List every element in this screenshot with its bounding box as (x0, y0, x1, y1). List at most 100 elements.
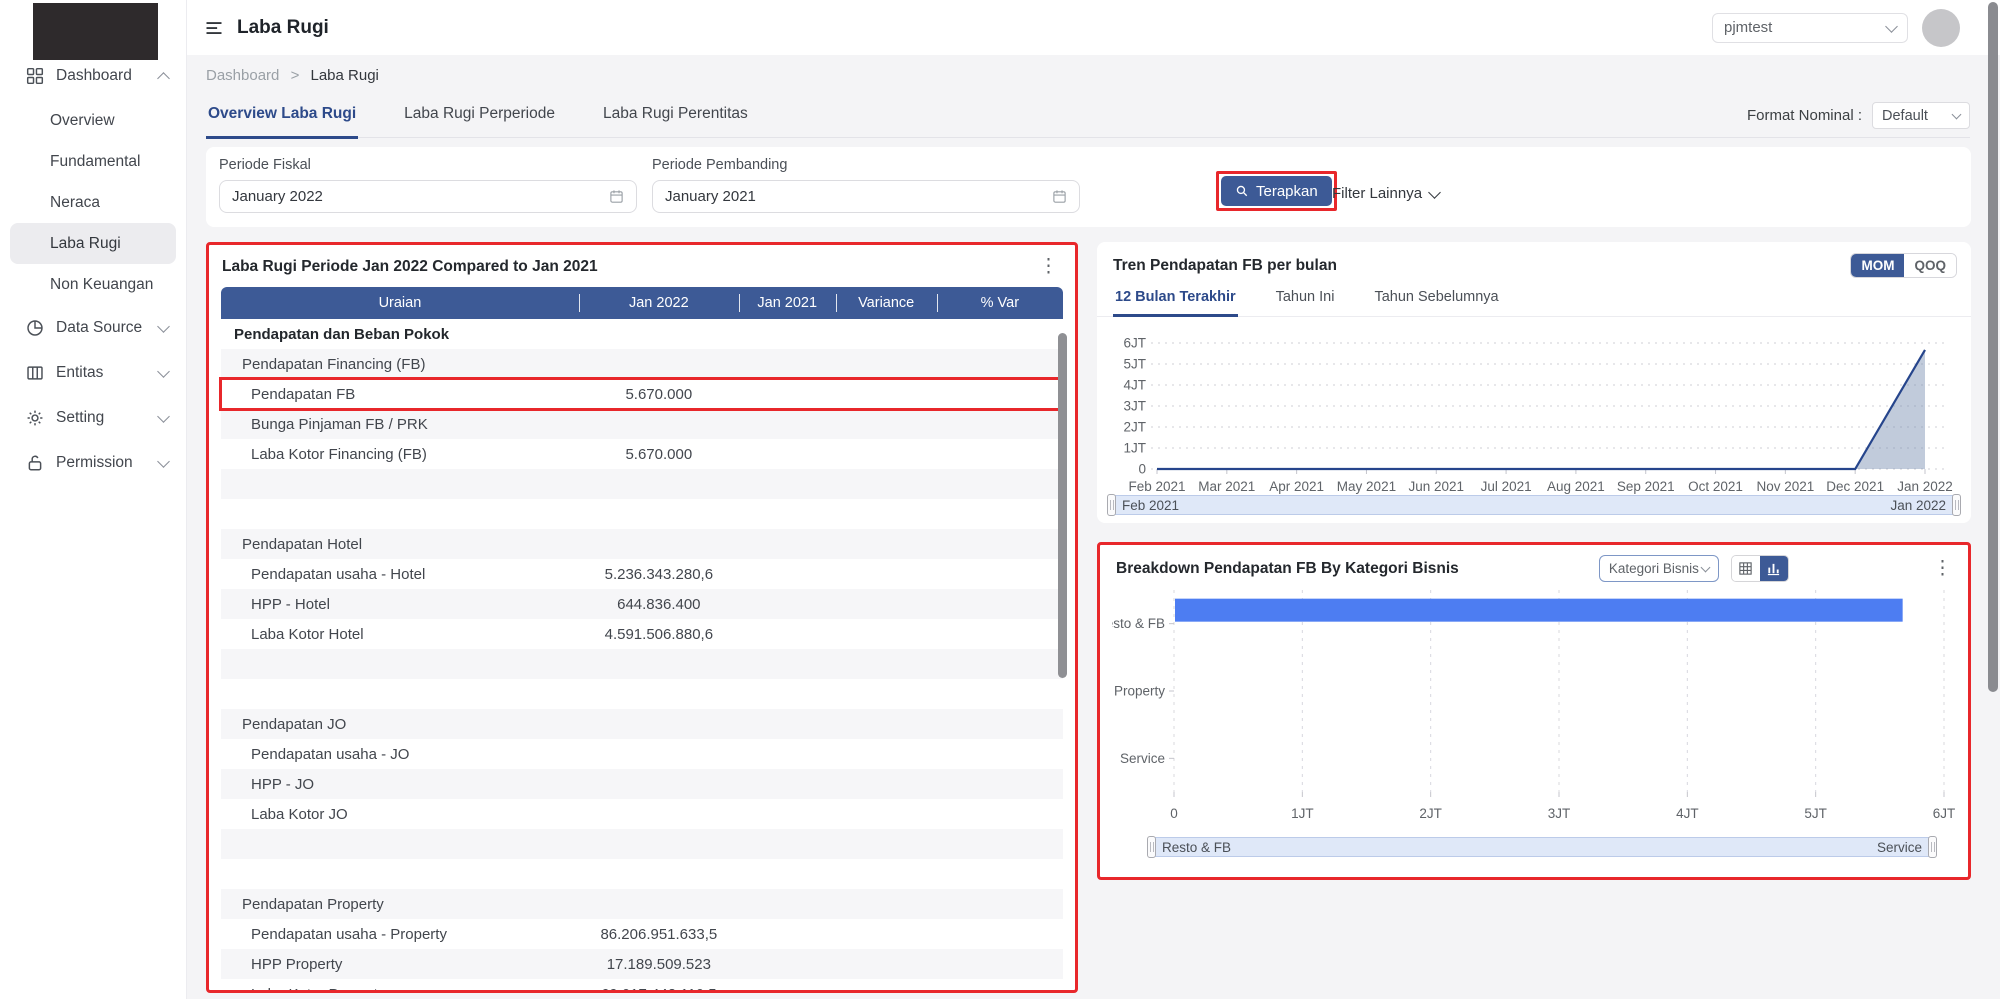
cell-jan-2022: 69.017.442.110,5 (579, 979, 739, 993)
sidebar-item-permission[interactable]: Permission (0, 440, 186, 485)
table-row: Laba Kotor JO (221, 799, 1063, 829)
table-row: Laba Kotor Property69.017.442.110,5 (221, 979, 1063, 993)
kategori-bisnis-select[interactable]: Kategori Bisnis (1599, 555, 1719, 582)
pl-table-card: Laba Rugi Periode Jan 2022 Compared to J… (206, 242, 1078, 993)
column-header-uraian: Uraian (221, 287, 579, 319)
cell-variance (836, 919, 937, 949)
chevron-down-icon (1885, 20, 1898, 33)
cell-uraian: Pendapatan Property (221, 889, 579, 919)
table-scrollbar-thumb[interactable] (1058, 333, 1067, 678)
pl-card-title: Laba Rugi Periode Jan 2022 Compared to J… (222, 258, 598, 276)
cell-jan-2022 (579, 889, 739, 919)
apply-button-label: Terapkan (1256, 183, 1318, 200)
periode-pembanding-label: Periode Pembanding (652, 157, 1080, 173)
cell-uraian: HPP - JO (221, 769, 579, 799)
sidebar-item-laba-rugi[interactable]: Laba Rugi (10, 223, 176, 264)
cell-jan-2022 (579, 799, 739, 829)
trend-card: Tren Pendapatan FB per bulan MOM QOQ 12 … (1097, 242, 1971, 523)
tab-tahun-ini[interactable]: Tahun Ini (1274, 284, 1337, 317)
cell-variance (836, 529, 937, 559)
mom-qoq-toggle: MOM QOQ (1850, 253, 1957, 278)
column-header-variance: Variance (836, 287, 937, 319)
sidebar-item-dashboard[interactable]: Dashboard (0, 58, 186, 94)
toggle-mom[interactable]: MOM (1851, 254, 1904, 277)
svg-text:3JT: 3JT (1123, 399, 1146, 414)
sidebar-item-entitas[interactable]: Entitas (0, 350, 186, 395)
more-options-icon[interactable]: ⋮ (1929, 562, 1956, 576)
slider-handle-right[interactable] (1952, 494, 1961, 516)
slider-handle-left[interactable] (1147, 836, 1156, 858)
breadcrumb-separator: > (291, 67, 300, 84)
cell-jan-2021 (739, 589, 836, 619)
slider-handle-right[interactable] (1928, 836, 1937, 858)
bar-chart-icon (1766, 561, 1781, 576)
table-view-button[interactable] (1732, 556, 1760, 581)
toggle-qoq[interactable]: QOQ (1904, 254, 1956, 277)
tab-12-bulan-terakhir[interactable]: 12 Bulan Terakhir (1113, 284, 1238, 317)
format-nominal-select[interactable]: Default (1872, 102, 1970, 129)
cell-uraian (221, 679, 579, 709)
cell-jan-2022 (579, 649, 739, 679)
periode-fiskal-input[interactable]: January 2022 (219, 180, 637, 213)
sidebar: Dashboard Overview Fundamental Neraca La… (0, 0, 187, 999)
page-scrollbar-thumb[interactable] (1988, 2, 1998, 692)
cell-variance (836, 499, 937, 529)
sidebar-item-non-keuangan[interactable]: Non Keuangan (0, 264, 186, 305)
cell-variance (836, 649, 937, 679)
sidebar-item-label: Entitas (56, 364, 103, 382)
cell-variance (836, 469, 937, 499)
user-dropdown[interactable]: pjmtest (1712, 13, 1908, 43)
main-content: Dashboard > Laba Rugi Overview Laba Rugi… (186, 55, 2000, 999)
cell-variance (836, 859, 937, 889)
cell-jan-2022 (579, 349, 739, 379)
sidebar-item-data-source[interactable]: Data Source (0, 305, 186, 350)
cell-jan-2021 (739, 949, 836, 979)
slider-right-label: Service (1877, 840, 1922, 855)
periode-fiskal-label: Periode Fiskal (219, 157, 637, 173)
apply-button[interactable]: Terapkan (1221, 176, 1332, 206)
slider-handle-left[interactable] (1107, 494, 1116, 516)
page-title: Laba Rugi (237, 17, 329, 39)
svg-text:Mar 2021: Mar 2021 (1198, 479, 1255, 494)
trend-range-slider[interactable]: Feb 2021 Jan 2022 (1111, 495, 1957, 515)
sidebar-item-overview[interactable]: Overview (0, 100, 186, 141)
more-filters-button[interactable]: Filter Lainnya (1332, 185, 1439, 202)
svg-text:1JT: 1JT (1291, 806, 1314, 821)
tab-tahun-sebelumnya[interactable]: Tahun Sebelumnya (1372, 284, 1500, 317)
avatar[interactable] (1922, 9, 1960, 47)
hamburger-menu-icon[interactable] (204, 18, 224, 38)
cell-pct-var (937, 409, 1063, 439)
sidebar-item-label: Setting (56, 409, 104, 427)
tab-laba-rugi-perentitas[interactable]: Laba Rugi Perentitas (601, 105, 750, 139)
table-row: Pendapatan usaha - Property86.206.951.63… (221, 919, 1063, 949)
chart-view-button[interactable] (1760, 556, 1788, 581)
tab-laba-rugi-perperiode[interactable]: Laba Rugi Perperiode (402, 105, 557, 139)
periode-pembanding-input[interactable]: January 2021 (652, 180, 1080, 213)
calendar-icon[interactable] (1052, 189, 1067, 204)
column-header-jan-2022: Jan 2022 (579, 287, 739, 319)
svg-text:Jun 2021: Jun 2021 (1408, 479, 1464, 494)
svg-text:2JT: 2JT (1123, 420, 1146, 435)
tab-overview-laba-rugi[interactable]: Overview Laba Rugi (206, 105, 358, 139)
table-grid-icon (1738, 561, 1753, 576)
sidebar-item-fundamental[interactable]: Fundamental (0, 141, 186, 182)
svg-text:Jul 2021: Jul 2021 (1481, 479, 1532, 494)
cell-jan-2022 (579, 769, 739, 799)
cell-jan-2022: 5.236.343.280,6 (579, 559, 739, 589)
more-options-icon[interactable]: ⋮ (1035, 260, 1062, 274)
cell-jan-2022: 644.836.400 (579, 589, 739, 619)
chevron-down-icon (157, 365, 170, 378)
breadcrumb-parent[interactable]: Dashboard (206, 67, 279, 84)
svg-text:5JT: 5JT (1123, 357, 1146, 372)
sidebar-item-setting[interactable]: Setting (0, 395, 186, 440)
breakdown-range-slider[interactable]: Resto & FB Service (1151, 837, 1933, 857)
cell-variance (836, 769, 937, 799)
calendar-icon[interactable] (609, 189, 624, 204)
cell-uraian (221, 829, 579, 859)
chevron-down-icon (157, 320, 170, 333)
cell-jan-2021 (739, 559, 836, 589)
cell-jan-2022: 17.189.509.523 (579, 949, 739, 979)
user-dropdown-value: pjmtest (1724, 19, 1772, 36)
sidebar-item-neraca[interactable]: Neraca (0, 182, 186, 223)
cell-variance (836, 589, 937, 619)
